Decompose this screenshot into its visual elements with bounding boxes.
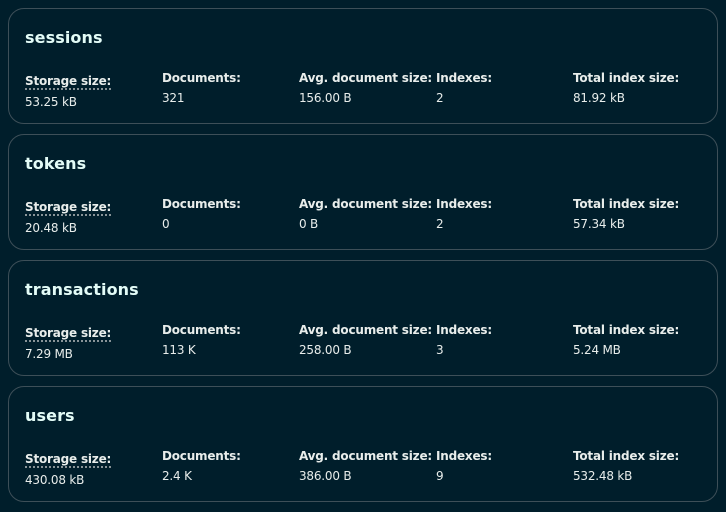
documents-label: Documents: — [162, 71, 241, 85]
documents-value: 2.4 K — [162, 469, 192, 483]
storage-size-value: 53.25 kB — [25, 95, 77, 109]
indexes-label: Indexes: — [436, 197, 492, 211]
stat-total-index-size: Total index size: 5.24 MB — [573, 322, 679, 358]
collection-card-sessions[interactable]: sessions Storage size: 53.25 kB Document… — [8, 8, 718, 124]
stat-indexes: Indexes: 2 — [436, 70, 492, 106]
stat-storage-size: Storage size: 7.29 MB — [25, 322, 111, 362]
storage-size-label[interactable]: Storage size: — [25, 452, 111, 468]
stat-documents: Documents: 2.4 K — [162, 448, 241, 484]
avg-document-size-label: Avg. document size: — [299, 323, 432, 337]
documents-value: 113 K — [162, 343, 196, 357]
total-index-size-value: 5.24 MB — [573, 343, 621, 357]
avg-document-size-label: Avg. document size: — [299, 71, 432, 85]
indexes-label: Indexes: — [436, 323, 492, 337]
stat-storage-size: Storage size: 53.25 kB — [25, 70, 111, 110]
documents-value: 0 — [162, 217, 170, 231]
avg-document-size-value: 0 B — [299, 217, 319, 231]
stat-documents: Documents: 321 — [162, 70, 241, 106]
collection-card-transactions[interactable]: transactions Storage size: 7.29 MB Docum… — [8, 260, 718, 376]
stat-indexes: Indexes: 2 — [436, 196, 492, 232]
collection-card-users[interactable]: users Storage size: 430.08 kB Documents:… — [8, 386, 718, 502]
total-index-size-value: 81.92 kB — [573, 91, 625, 105]
storage-size-label[interactable]: Storage size: — [25, 74, 111, 90]
stat-total-index-size: Total index size: 57.34 kB — [573, 196, 679, 232]
documents-value: 321 — [162, 91, 185, 105]
stat-storage-size: Storage size: 430.08 kB — [25, 448, 111, 488]
avg-document-size-label: Avg. document size: — [299, 449, 432, 463]
collection-name[interactable]: users — [25, 406, 75, 425]
collection-name[interactable]: sessions — [25, 28, 103, 47]
collection-name[interactable]: tokens — [25, 154, 86, 173]
storage-size-value: 430.08 kB — [25, 473, 85, 487]
stat-avg-document-size: Avg. document size: 0 B — [299, 196, 432, 232]
indexes-value: 2 — [436, 91, 444, 105]
indexes-value: 9 — [436, 469, 444, 483]
stat-documents: Documents: 0 — [162, 196, 241, 232]
total-index-size-label: Total index size: — [573, 197, 680, 211]
stat-storage-size: Storage size: 20.48 kB — [25, 196, 111, 236]
storage-size-value: 20.48 kB — [25, 221, 77, 235]
stat-avg-document-size: Avg. document size: 258.00 B — [299, 322, 432, 358]
documents-label: Documents: — [162, 449, 241, 463]
avg-document-size-value: 156.00 B — [299, 91, 352, 105]
total-index-size-value: 532.48 kB — [573, 469, 633, 483]
collection-card-tokens[interactable]: tokens Storage size: 20.48 kB Documents:… — [8, 134, 718, 250]
collection-name[interactable]: transactions — [25, 280, 139, 299]
documents-label: Documents: — [162, 197, 241, 211]
indexes-value: 2 — [436, 217, 444, 231]
avg-document-size-value: 258.00 B — [299, 343, 352, 357]
stat-avg-document-size: Avg. document size: 386.00 B — [299, 448, 432, 484]
total-index-size-label: Total index size: — [573, 71, 680, 85]
total-index-size-label: Total index size: — [573, 449, 680, 463]
storage-size-label[interactable]: Storage size: — [25, 326, 111, 342]
collection-card-list: sessions Storage size: 53.25 kB Document… — [0, 0, 726, 512]
stat-total-index-size: Total index size: 532.48 kB — [573, 448, 679, 484]
stat-indexes: Indexes: 3 — [436, 322, 492, 358]
avg-document-size-label: Avg. document size: — [299, 197, 432, 211]
total-index-size-label: Total index size: — [573, 323, 680, 337]
indexes-value: 3 — [436, 343, 444, 357]
stat-total-index-size: Total index size: 81.92 kB — [573, 70, 679, 106]
storage-size-label[interactable]: Storage size: — [25, 200, 111, 216]
avg-document-size-value: 386.00 B — [299, 469, 352, 483]
storage-size-value: 7.29 MB — [25, 347, 73, 361]
documents-label: Documents: — [162, 323, 241, 337]
total-index-size-value: 57.34 kB — [573, 217, 625, 231]
indexes-label: Indexes: — [436, 449, 492, 463]
stat-indexes: Indexes: 9 — [436, 448, 492, 484]
indexes-label: Indexes: — [436, 71, 492, 85]
stat-avg-document-size: Avg. document size: 156.00 B — [299, 70, 432, 106]
stat-documents: Documents: 113 K — [162, 322, 241, 358]
